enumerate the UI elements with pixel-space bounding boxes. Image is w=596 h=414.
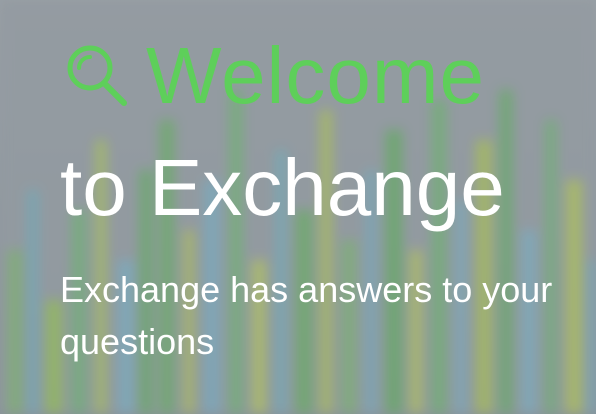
search-icon [67,45,127,106]
welcome-heading-row: Welcome [60,36,485,116]
hero-banner: Welcome to Exchange Exchange has answers… [0,0,596,414]
exchange-title: to Exchange [60,143,505,232]
welcome-title: Welcome [146,31,485,120]
hero-subtitle: Exchange has answers to your questions [60,269,553,362]
